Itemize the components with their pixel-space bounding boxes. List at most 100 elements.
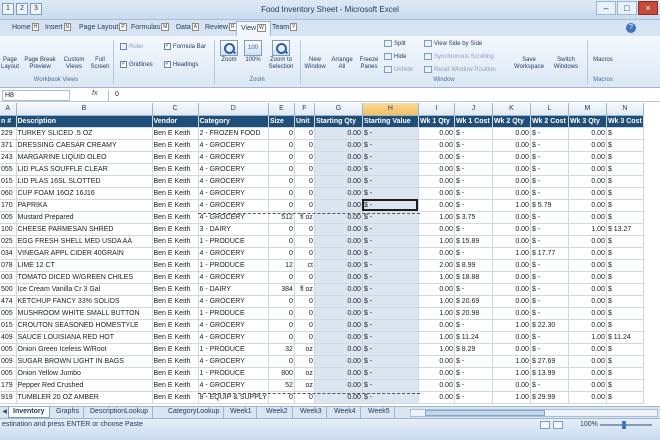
cell[interactable]: 0.00 [568,163,607,176]
tab-view[interactable]: View W [236,21,271,36]
cell[interactable]: 0.00 [418,391,455,404]
cell[interactable]: 0 [268,139,295,152]
save-workspace-button[interactable]: Save Workspace [512,40,546,159]
cell[interactable]: 0 [268,163,295,176]
cell[interactable]: 0.00 [314,127,363,140]
cell[interactable]: $ - [362,151,419,164]
full-screen-button[interactable]: Full Screen [88,40,112,159]
cell[interactable]: $ - [530,151,569,164]
column-header-j[interactable]: J [454,103,493,116]
cell[interactable]: DRESSING CAESAR CREAMY [16,139,153,152]
cell[interactable]: 1.00 [568,331,607,344]
cell[interactable]: 4 - GROCERY [198,271,269,284]
cell[interactable]: 4 - GROCERY [198,379,269,392]
header-cell[interactable]: Wk 3 Cost [606,115,644,128]
cell[interactable]: 0.00 [568,211,607,224]
cell[interactable]: fl oz [294,283,315,296]
cell[interactable]: 0.00 [418,319,455,332]
cell[interactable]: $ - [454,355,493,368]
cell[interactable]: 2 - FROZEN FOOD [198,127,269,140]
page-layout-view-icon[interactable] [553,421,563,429]
cell[interactable]: TOMATO DICED W/GREEN CHILES [16,271,153,284]
sheet-tab-week2[interactable]: Week2 [262,407,293,418]
gridlines-checkbox[interactable]: ✓ [120,61,127,68]
cell[interactable]: $ [606,379,644,392]
unhide-button[interactable]: Unhide [384,66,413,73]
cell[interactable]: 4 - GROCERY [198,151,269,164]
cell[interactable]: 0 [268,319,295,332]
cell[interactable]: 0.00 [314,331,363,344]
column-header-k[interactable]: K [492,103,531,116]
ruler-option[interactable]: Ruler [120,43,143,50]
cell[interactable]: 0.00 [314,343,363,356]
cell[interactable]: 0 [294,139,315,152]
cell[interactable]: 0.00 [492,283,531,296]
column-header-b[interactable]: B [16,103,153,116]
cell[interactable]: 0.00 [492,223,531,236]
column-header-n[interactable]: N [606,103,644,116]
cell[interactable]: 0.00 [492,187,531,200]
cell[interactable]: 500 [0,283,17,296]
cell[interactable]: $ - [454,319,493,332]
cell[interactable]: 0.00 [418,175,455,188]
scroll-thumb[interactable] [425,410,545,416]
cell[interactable]: 0.00 [418,199,455,212]
cell[interactable]: Ben E Keith [152,391,199,404]
cell[interactable]: 4 - GROCERY [198,139,269,152]
close-button[interactable]: × [638,1,658,15]
new-window-button[interactable]: New Window [302,40,328,159]
cell[interactable]: 0 [268,247,295,260]
cell[interactable]: 0.00 [314,355,363,368]
cell[interactable]: 003 [0,271,17,284]
cell[interactable]: 0 [294,127,315,140]
cell[interactable]: 078 [0,259,17,272]
cell[interactable]: $ 5.79 [530,199,569,212]
cell[interactable]: 0.00 [492,271,531,284]
cell[interactable]: Ben E Keith [152,271,199,284]
column-header-m[interactable]: M [568,103,607,116]
cell[interactable]: LID PLAS 16SL SLOTTED [16,175,153,188]
column-header-h[interactable]: H [362,103,419,116]
cell[interactable]: $ [606,151,644,164]
cell[interactable]: 6 - DAIRY [198,283,269,296]
cell[interactable]: 0 [268,235,295,248]
cell[interactable]: 0 [268,295,295,308]
cell[interactable]: PAPRIKA [16,199,153,212]
cell[interactable]: 1.00 [418,343,455,356]
cell[interactable]: 12 [268,259,295,272]
cell[interactable]: 0 [268,355,295,368]
cell[interactable]: 4 - GROCERY [198,355,269,368]
cell[interactable]: 0 [294,163,315,176]
cell[interactable]: $ 15.89 [454,235,493,248]
cell[interactable]: 0.00 [314,139,363,152]
cell[interactable]: LID PLAS SOUFFLE CLEAR [16,163,153,176]
cell[interactable]: 4 - GROCERY [198,331,269,344]
cell[interactable]: $ [606,259,644,272]
cell[interactable]: 0 [268,271,295,284]
cell[interactable]: Ben E Keith [152,331,199,344]
cell[interactable]: Ben E Keith [152,223,199,236]
sheet-tab-graphs[interactable]: Graphs [52,407,84,418]
cell[interactable]: $ - [530,163,569,176]
cell[interactable]: $ 13.99 [530,367,569,380]
minimize-button[interactable]: – [596,1,616,15]
cell[interactable]: $ - [362,343,419,356]
cell[interactable]: $ - [530,295,569,308]
cell[interactable]: 0.00 [568,379,607,392]
cell[interactable]: 0 [294,307,315,320]
tab-page-layout[interactable]: Page Layout P [79,23,127,31]
worksheet-table[interactable]: ABCDEFGHIJKLMN n # Description Vendor Categ… [0,103,644,404]
cell[interactable]: $ - [530,139,569,152]
cell[interactable]: 4 - GROCERY [198,199,269,212]
cell[interactable]: $ - [362,175,419,188]
cell[interactable]: 0 [294,319,315,332]
cell[interactable]: 0.00 [568,283,607,296]
column-header-a[interactable]: A [0,103,17,116]
cell[interactable]: $ - [454,247,493,260]
cell[interactable]: 0.00 [568,199,607,212]
ruler-checkbox[interactable] [120,43,127,50]
cell[interactable]: 0.00 [568,151,607,164]
cell[interactable]: $ [606,307,644,320]
tab-home[interactable]: Home H [12,23,40,31]
tab-review[interactable]: Review R [205,23,237,31]
